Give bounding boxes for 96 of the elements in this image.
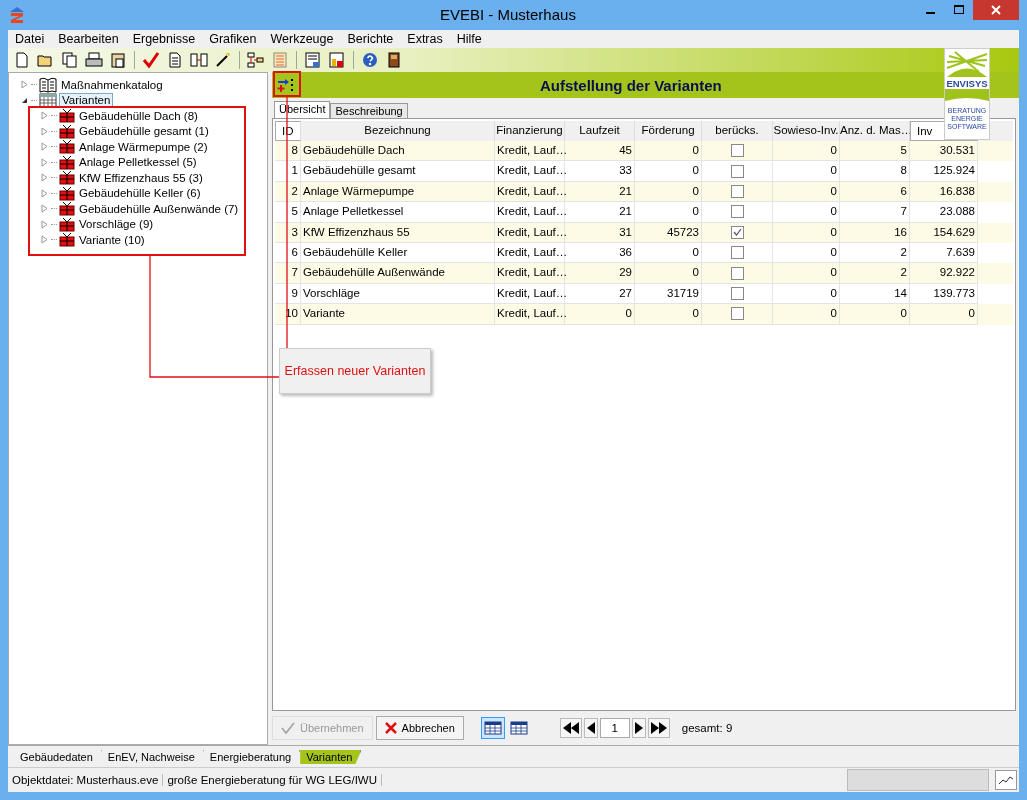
table-cell: 45723 xyxy=(635,222,702,243)
table-cell: 21 xyxy=(565,181,635,203)
table-cell: 0 xyxy=(773,263,840,284)
table-cell: Kredit, Lauf… xyxy=(495,304,565,325)
table-cell: 7 xyxy=(275,263,301,284)
table-cell: 0 xyxy=(635,161,702,182)
status-text: Objektdatei: Musterhaus.eve xyxy=(8,774,164,786)
table-cell: 31 xyxy=(565,222,635,243)
column-header[interactable]: Laufzeit xyxy=(579,124,620,136)
logo-name: ENVISYS xyxy=(946,78,988,89)
table-cell: 154.629 xyxy=(910,222,978,243)
table-cell: Kredit, Lauf… xyxy=(495,202,565,223)
column-header[interactable]: Förderung xyxy=(641,124,695,136)
column-header[interactable]: Inv xyxy=(917,125,933,137)
table-cell: Kredit, Lauf… xyxy=(495,181,565,203)
column-header[interactable]: Anz. d. Mas… xyxy=(840,124,913,136)
menu-item[interactable]: Hilfe xyxy=(449,32,489,46)
table-cell: Anlage Pelletkessel xyxy=(301,202,495,223)
tree-item[interactable]: Anlage Pelletkessel (5) xyxy=(77,156,199,169)
table-cell: 0 xyxy=(773,222,840,243)
table-cell: 125.924 xyxy=(910,161,978,182)
page-field[interactable]: 1 xyxy=(599,718,630,738)
tab[interactable]: Beschreibung xyxy=(330,103,408,118)
table-cell: 7 xyxy=(840,202,910,223)
column-header[interactable]: Finanzierung xyxy=(496,124,563,136)
table-cell: 2 xyxy=(275,181,301,203)
window-title: EVEBI - Musterhaus xyxy=(440,6,576,23)
tree-item[interactable]: Gebäudehülle Dach (8) xyxy=(77,109,200,122)
sheet-tab[interactable]: Varianten xyxy=(300,750,362,764)
table-cell: 45 xyxy=(565,141,635,162)
table-cell: 0 xyxy=(565,304,635,325)
table-cell: Anlage Wärmepumpe xyxy=(301,181,495,203)
menu-item[interactable]: Extras xyxy=(400,32,450,46)
table-cell: Kredit, Lauf… xyxy=(495,161,565,182)
sheet-tab[interactable]: EnEV, Nachweise xyxy=(101,750,204,764)
column-header[interactable]: Sowieso-Inv. xyxy=(773,124,839,136)
table-cell: Kredit, Lauf… xyxy=(495,141,565,162)
tree-item[interactable]: Gebäudehülle Keller (6) xyxy=(77,187,203,200)
table-cell: 6 xyxy=(840,181,910,203)
table-cell: 0 xyxy=(773,161,840,182)
table-cell: 0 xyxy=(635,181,702,203)
table-cell: 3 xyxy=(275,222,301,243)
table-cell: Gebäudehülle Außenwände xyxy=(301,263,495,284)
tree-item[interactable]: Anlage Wärmepumpe (2) xyxy=(77,140,210,153)
table-cell: 0 xyxy=(773,141,840,162)
table-cell: 0 xyxy=(773,304,840,325)
table-cell: 1 xyxy=(275,161,301,182)
table-cell: 16 xyxy=(840,222,910,243)
table-cell: Kredit, Lauf… xyxy=(495,263,565,284)
tree-item[interactable]: Vorschläge (9) xyxy=(77,218,156,231)
table-cell: 30.531 xyxy=(910,141,978,162)
column-header[interactable]: berücks. xyxy=(715,124,759,136)
record-count: gesamt: 9 xyxy=(681,722,733,734)
menu-item[interactable]: Berichte xyxy=(340,32,401,46)
menu-item[interactable]: Werkzeuge xyxy=(263,32,341,46)
table-cell: 21 xyxy=(565,202,635,223)
table-cell: 0 xyxy=(773,202,840,223)
table-cell: 2 xyxy=(840,263,910,284)
table-cell: 0 xyxy=(635,202,702,223)
tree-item[interactable]: Variante (10) xyxy=(77,233,147,246)
table-cell: 8 xyxy=(275,141,301,162)
menu-item[interactable]: Bearbeiten xyxy=(51,32,126,46)
table-cell: Gebäudehülle Dach xyxy=(301,141,495,162)
tree-item[interactable]: Gebäudehülle gesamt (1) xyxy=(77,125,211,138)
table-cell: 0 xyxy=(635,263,702,284)
tree-item[interactable]: Gebäudehülle Außenwände (7) xyxy=(77,202,241,215)
tree-item[interactable]: KfW Effizenzhaus 55 (3) xyxy=(77,171,205,184)
menu-item[interactable]: Grafiken xyxy=(202,32,264,46)
sheet-tab[interactable]: Energieberatung xyxy=(203,750,301,764)
panel-title: Aufstellung der Varianten xyxy=(540,76,722,94)
table-cell: 29 xyxy=(565,263,635,284)
table-cell: 92.922 xyxy=(910,263,978,284)
table-cell: 33 xyxy=(565,161,635,182)
tree-item[interactable]: Maßnahmenkatalog xyxy=(59,78,165,91)
table-cell: 8 xyxy=(840,161,910,182)
column-header[interactable]: Bezeichnung xyxy=(364,124,431,136)
table-cell: 23.088 xyxy=(910,202,978,223)
tree-item[interactable]: Varianten xyxy=(59,93,114,108)
table-cell: 0 xyxy=(773,181,840,203)
table-cell: 16.838 xyxy=(910,181,978,203)
table-cell: 0 xyxy=(635,141,702,162)
table-cell: 5 xyxy=(840,141,910,162)
menu-item[interactable]: Datei xyxy=(8,32,52,46)
table-cell: 0 xyxy=(840,304,910,325)
table-cell: Gebäudehülle gesamt xyxy=(301,161,495,182)
table-cell: KfW Effizenzhaus 55 xyxy=(301,222,495,243)
table-cell: Kredit, Lauf… xyxy=(495,222,565,243)
table-cell: 0 xyxy=(635,304,702,325)
table-cell: 5 xyxy=(275,202,301,223)
status-text: große Energieberatung für WG LEG/IWU xyxy=(163,774,383,786)
callout-note: Erfassen neuer Varianten xyxy=(279,348,431,394)
table-cell: 0 xyxy=(910,304,978,325)
sheet-tab[interactable]: Gebäudedaten xyxy=(14,750,102,764)
cancel-button[interactable]: Abbrechen xyxy=(375,716,464,740)
menu-item[interactable]: Ergebnisse xyxy=(125,32,203,46)
table-cell: Variante xyxy=(301,304,495,325)
